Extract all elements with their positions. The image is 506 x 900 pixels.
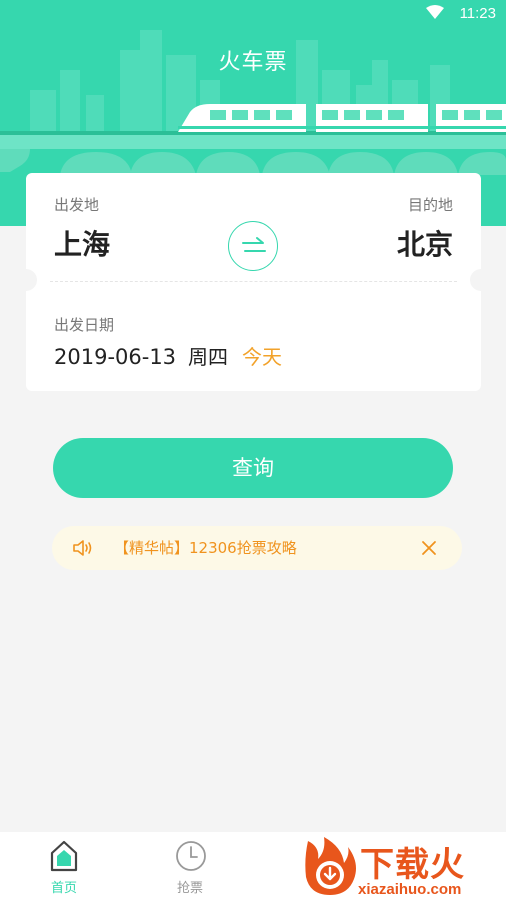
swap-icon xyxy=(242,237,266,252)
card-divider xyxy=(50,281,457,282)
home-icon xyxy=(50,840,78,872)
card-notch-right xyxy=(470,269,492,291)
wifi-icon xyxy=(426,5,444,19)
close-icon[interactable] xyxy=(420,539,438,557)
status-time: 11:23 xyxy=(459,5,496,22)
departure-date: 2019-06-13 xyxy=(54,345,177,369)
watermark-logo: 下载火 xiazaihuo.com xyxy=(298,833,506,900)
status-bar: 11:23 xyxy=(0,0,506,28)
departure-date-label: 出发日期 xyxy=(54,316,115,334)
ticket-search-card: 出发地 目的地 上海 北京 出发日期 2019-06-13 周四 今天 xyxy=(15,173,492,391)
clock-icon xyxy=(176,841,206,871)
notice-banner[interactable]: 【精华帖】12306抢票攻略 xyxy=(52,526,462,570)
departure-weekday: 周四 xyxy=(188,345,229,369)
nav-label-home: 首页 xyxy=(50,881,77,896)
flame-logo-icon xyxy=(305,837,356,895)
departure-date-picker[interactable]: 2019-06-13 周四 今天 xyxy=(54,341,282,369)
today-tag: 今天 xyxy=(242,345,283,369)
departure-city[interactable]: 上海 xyxy=(54,223,110,263)
watermark-text: 下载火 xyxy=(360,845,465,885)
watermark-url: xiazaihuo.com xyxy=(358,881,462,898)
swap-stations-button[interactable] xyxy=(228,221,278,271)
nav-item-grab-ticket[interactable]: 抢票 xyxy=(145,832,235,900)
departure-label: 出发地 xyxy=(54,196,100,214)
destination-city[interactable]: 北京 xyxy=(397,223,453,263)
card-notch-left xyxy=(15,269,37,291)
page-title: 火车票 xyxy=(218,50,288,75)
nav-label-grab-ticket: 抢票 xyxy=(176,881,203,896)
destination-label: 目的地 xyxy=(407,196,453,214)
notice-text[interactable]: 【精华帖】12306抢票攻略 xyxy=(114,537,297,558)
query-button[interactable]: 查询 xyxy=(53,438,453,498)
train-illustration xyxy=(178,104,506,132)
speaker-icon xyxy=(73,540,92,556)
nav-item-home[interactable]: 首页 xyxy=(19,832,109,900)
